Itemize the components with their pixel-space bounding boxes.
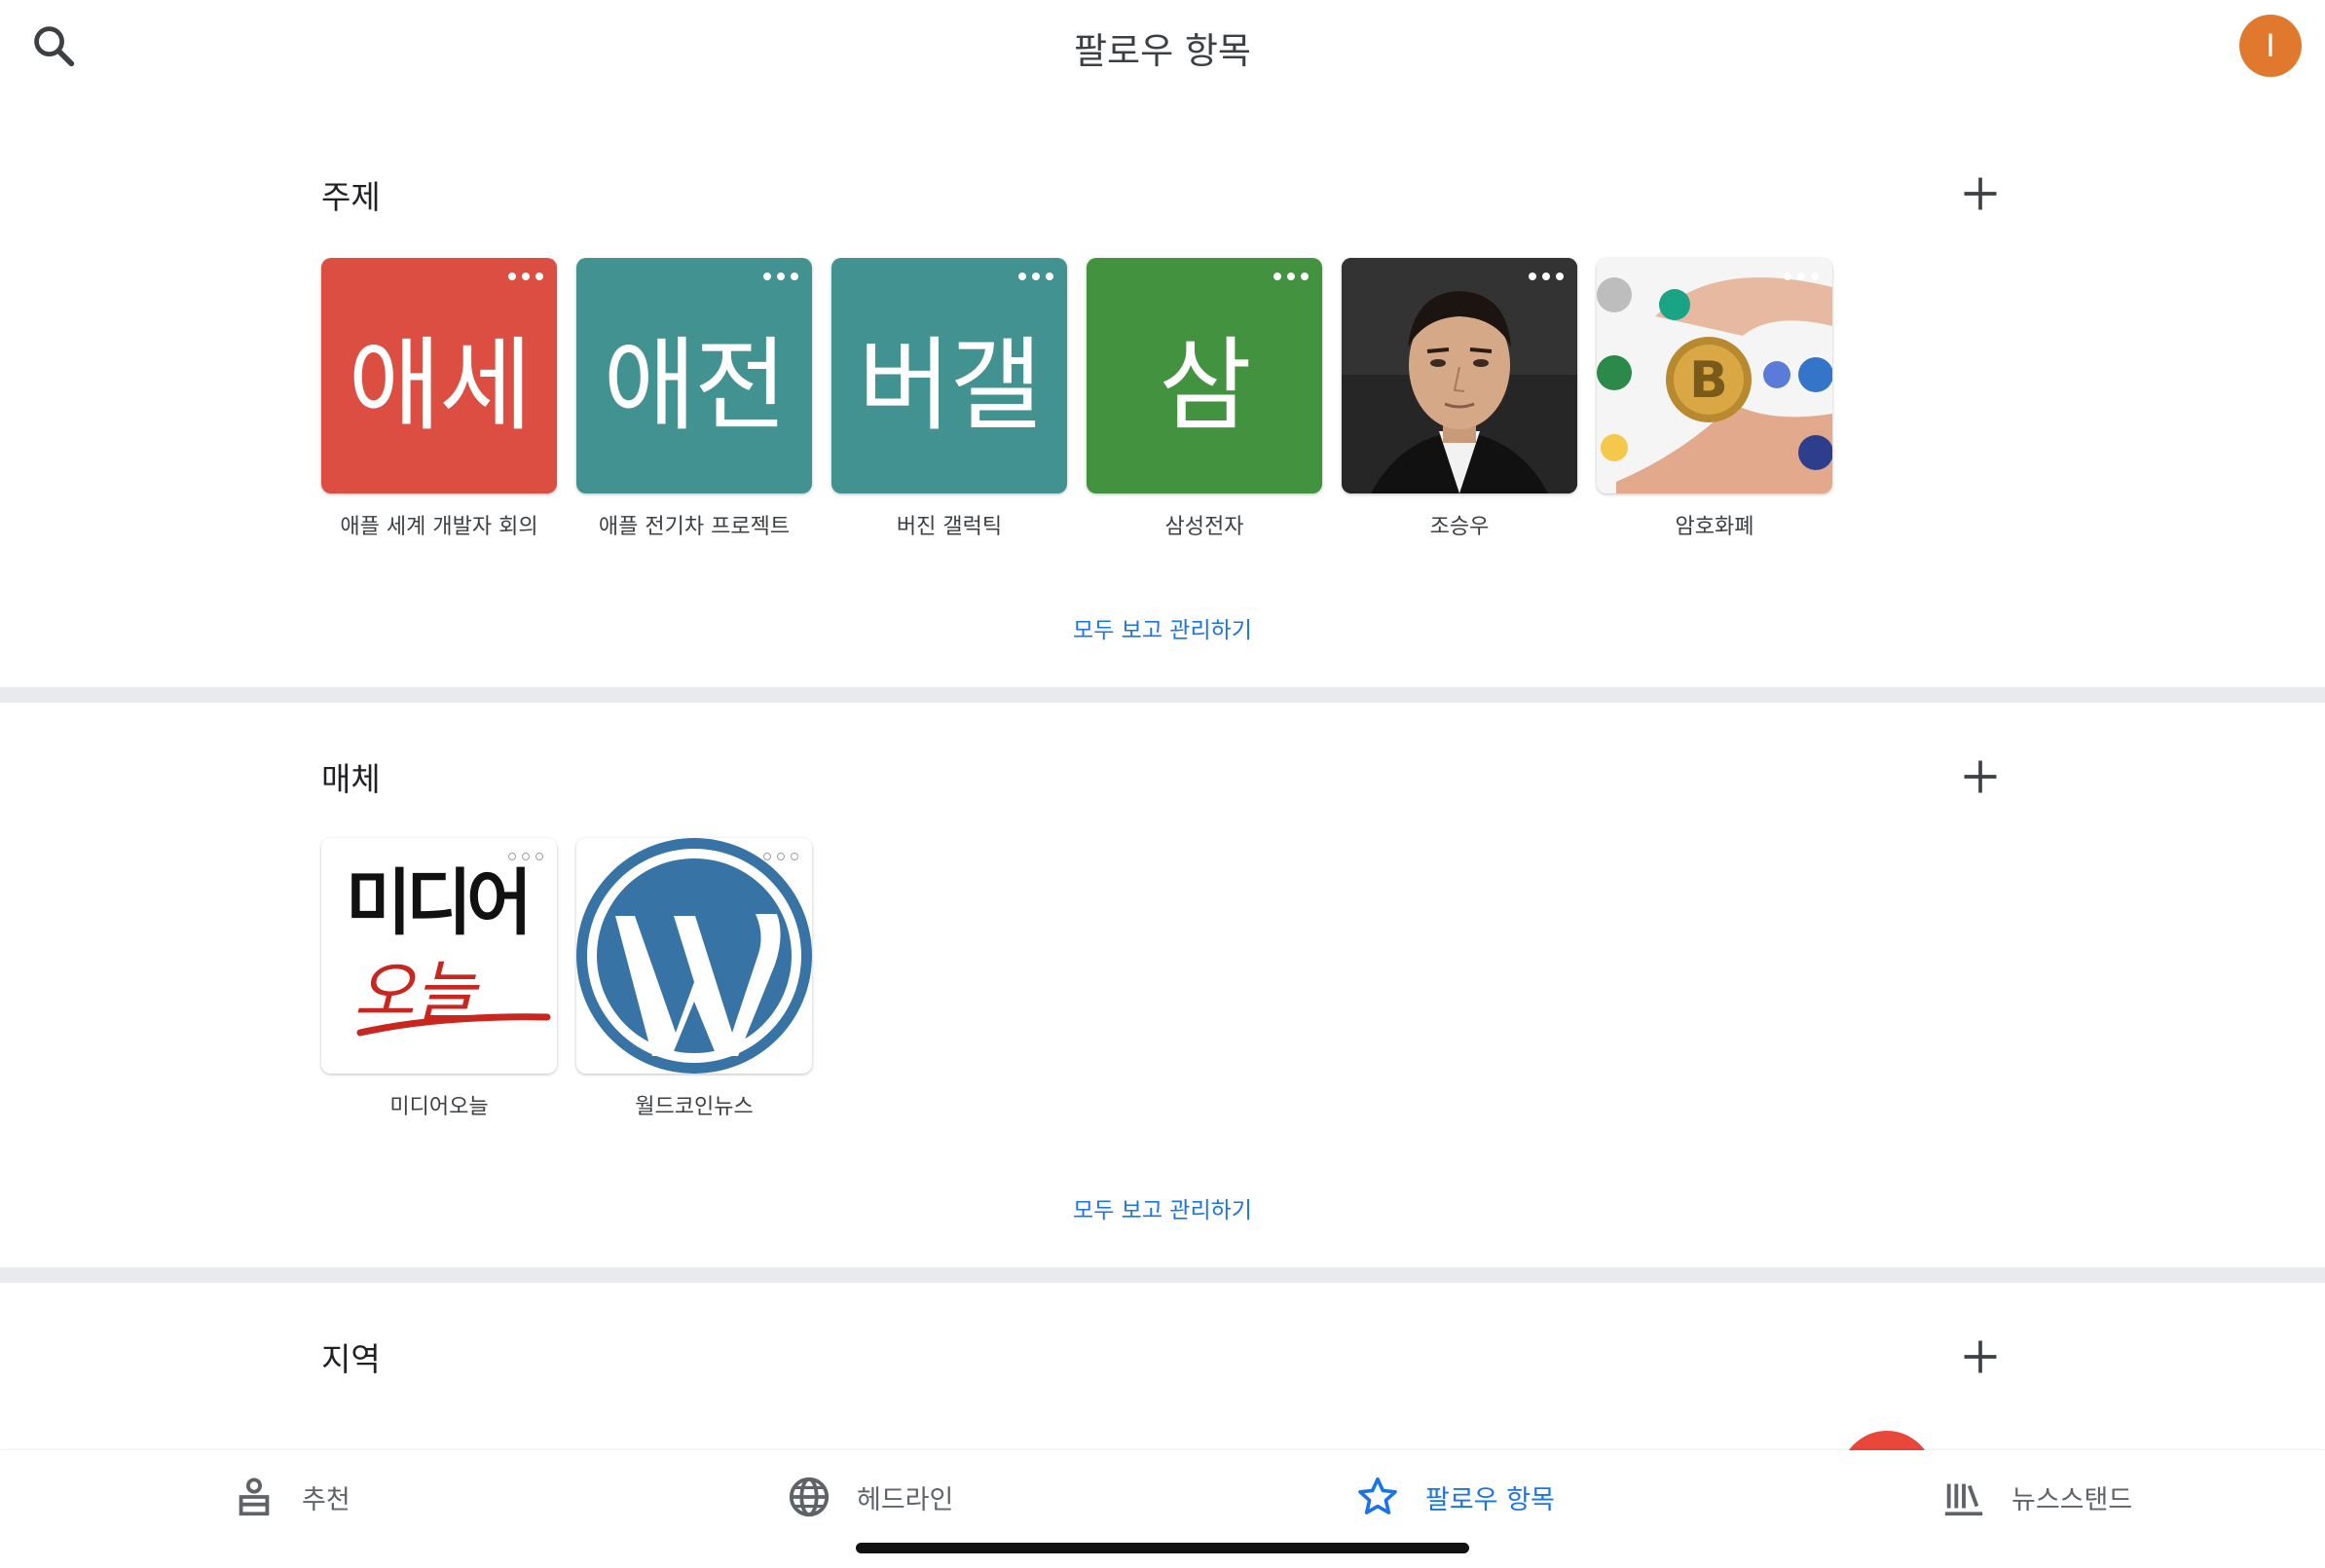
more-dots-icon (1529, 273, 1536, 280)
section-title-regions: 지역 (321, 1340, 381, 1378)
more-dots-icon (508, 273, 516, 280)
topic-tile[interactable]: 애세 애플 세계 개발자 회의 (321, 258, 557, 540)
more-options-button[interactable] (1784, 270, 1819, 283)
top-app-bar: 팔로우 항목 I (0, 0, 2325, 93)
star-icon (1358, 1477, 1397, 1514)
see-all-topics: 모두 보고 관리하기 (0, 611, 2325, 644)
plus-icon (1964, 177, 1997, 210)
topics-section: 주제 애세 애플 세계 개발자 회의 애전 애플 전기차 프로젝트 버갤 버진 … (0, 93, 2325, 687)
add-region-button[interactable] (1959, 1335, 2002, 1378)
more-dots-icon (763, 853, 771, 860)
more-dots-icon (1784, 273, 1791, 280)
source-card (576, 838, 812, 1074)
nav-label: 팔로우 항목 (1425, 1484, 1555, 1515)
nav-tab-for-you[interactable]: 추천 (232, 1468, 351, 1526)
logo-text-top: 미디어 (346, 861, 527, 945)
topic-card: 애세 (321, 258, 557, 493)
topic-label: 버진 갤럭틱 (896, 515, 1003, 539)
topic-tile[interactable]: 삼 삼성전자 (1087, 258, 1322, 540)
sources-section: 매체 미디어 오늘 미디어오늘 월드코인뉴스 모두 보고 관리하기 (0, 703, 2325, 1267)
topic-tile[interactable]: B 암호화폐 (1597, 258, 1832, 540)
source-tile[interactable]: 월드코인뉴스 (576, 838, 812, 1120)
app-root: 팔로우 항목 I 주제 애세 애플 세계 개발자 회의 애전 애플 전기차 프로… (0, 0, 2325, 1568)
more-dots-icon (1018, 273, 1026, 280)
topic-card: 애전 (576, 258, 812, 493)
topic-card (1342, 258, 1577, 493)
globe-icon (789, 1477, 830, 1517)
topic-tiles: 애세 애플 세계 개발자 회의 애전 애플 전기차 프로젝트 버갤 버진 갤럭틱 (321, 258, 1852, 540)
topic-label: 조승우 (1429, 515, 1490, 539)
regions-section: 지역 (0, 1283, 2325, 1450)
section-divider (0, 687, 2325, 703)
topic-label: 암호화폐 (1675, 515, 1754, 539)
more-options-button[interactable] (508, 850, 543, 863)
topic-abbr: 삼 (1159, 325, 1252, 445)
topic-card: 삼 (1087, 258, 1322, 493)
nav-tab-newsstand[interactable]: 뉴스스탠드 (1941, 1468, 2132, 1526)
source-label: 월드코인뉴스 (635, 1095, 754, 1119)
plus-icon (1964, 1340, 1997, 1373)
mediatoday-logo: 미디어 오늘 (321, 838, 557, 1074)
see-all-topics-link[interactable]: 모두 보고 관리하기 (1073, 618, 1252, 643)
topic-tile[interactable]: 애전 애플 전기차 프로젝트 (576, 258, 812, 540)
topic-label: 애플 전기차 프로젝트 (598, 515, 791, 539)
nav-label: 헤드라인 (857, 1484, 954, 1515)
section-title-topics: 주제 (321, 178, 381, 216)
see-all-sources: 모두 보고 관리하기 (0, 1191, 2325, 1224)
source-label: 미디어오늘 (389, 1095, 489, 1119)
section-title-sources: 매체 (321, 760, 381, 798)
page-title: 팔로우 항목 (1074, 30, 1251, 72)
topic-abbr: 애전 (603, 325, 787, 445)
see-all-sources-link[interactable]: 모두 보고 관리하기 (1073, 1198, 1252, 1223)
more-options-button[interactable] (763, 270, 798, 283)
wordpress-logo (576, 838, 812, 1074)
crypto-coins-photo: B (1597, 258, 1832, 493)
more-options-button[interactable] (508, 270, 543, 283)
topic-tile[interactable]: 조승우 (1342, 258, 1577, 540)
more-options-button[interactable] (1529, 270, 1564, 283)
more-options-button[interactable] (1273, 270, 1309, 283)
topic-label: 애플 세계 개발자 회의 (340, 515, 538, 539)
topic-card: B (1597, 258, 1832, 493)
for-you-icon (239, 1477, 270, 1516)
nav-tab-headlines[interactable]: 헤드라인 (787, 1468, 953, 1526)
svg-text:B: B (1689, 351, 1728, 410)
topic-card: 버갤 (831, 258, 1067, 493)
topic-abbr: 애세 (348, 325, 532, 445)
home-indicator (856, 1543, 1469, 1553)
more-options-button[interactable] (763, 850, 798, 863)
source-tiles: 미디어 오늘 미디어오늘 월드코인뉴스 (321, 838, 831, 1120)
nav-label: 뉴스스탠드 (2011, 1484, 2133, 1515)
plus-icon (1964, 760, 1997, 793)
portrait-photo (1342, 258, 1577, 493)
newsstand-icon (1944, 1483, 1983, 1516)
add-topic-button[interactable] (1959, 172, 2002, 215)
more-dots-icon (763, 273, 771, 280)
add-source-button[interactable] (1959, 755, 2002, 798)
nav-label: 추천 (302, 1484, 351, 1515)
topic-tile[interactable]: 버갤 버진 갤럭틱 (831, 258, 1067, 540)
more-dots-icon (1273, 273, 1281, 280)
account-avatar[interactable]: I (2239, 15, 2302, 77)
topic-abbr: 버갤 (858, 325, 1042, 445)
more-dots-icon (508, 853, 516, 860)
more-options-button[interactable] (1018, 270, 1053, 283)
nav-tab-following[interactable]: 팔로우 항목 (1355, 1468, 1555, 1526)
section-divider (0, 1267, 2325, 1283)
source-card: 미디어 오늘 (321, 838, 557, 1074)
source-tile[interactable]: 미디어 오늘 미디어오늘 (321, 838, 557, 1120)
topic-label: 삼성전자 (1164, 515, 1244, 539)
